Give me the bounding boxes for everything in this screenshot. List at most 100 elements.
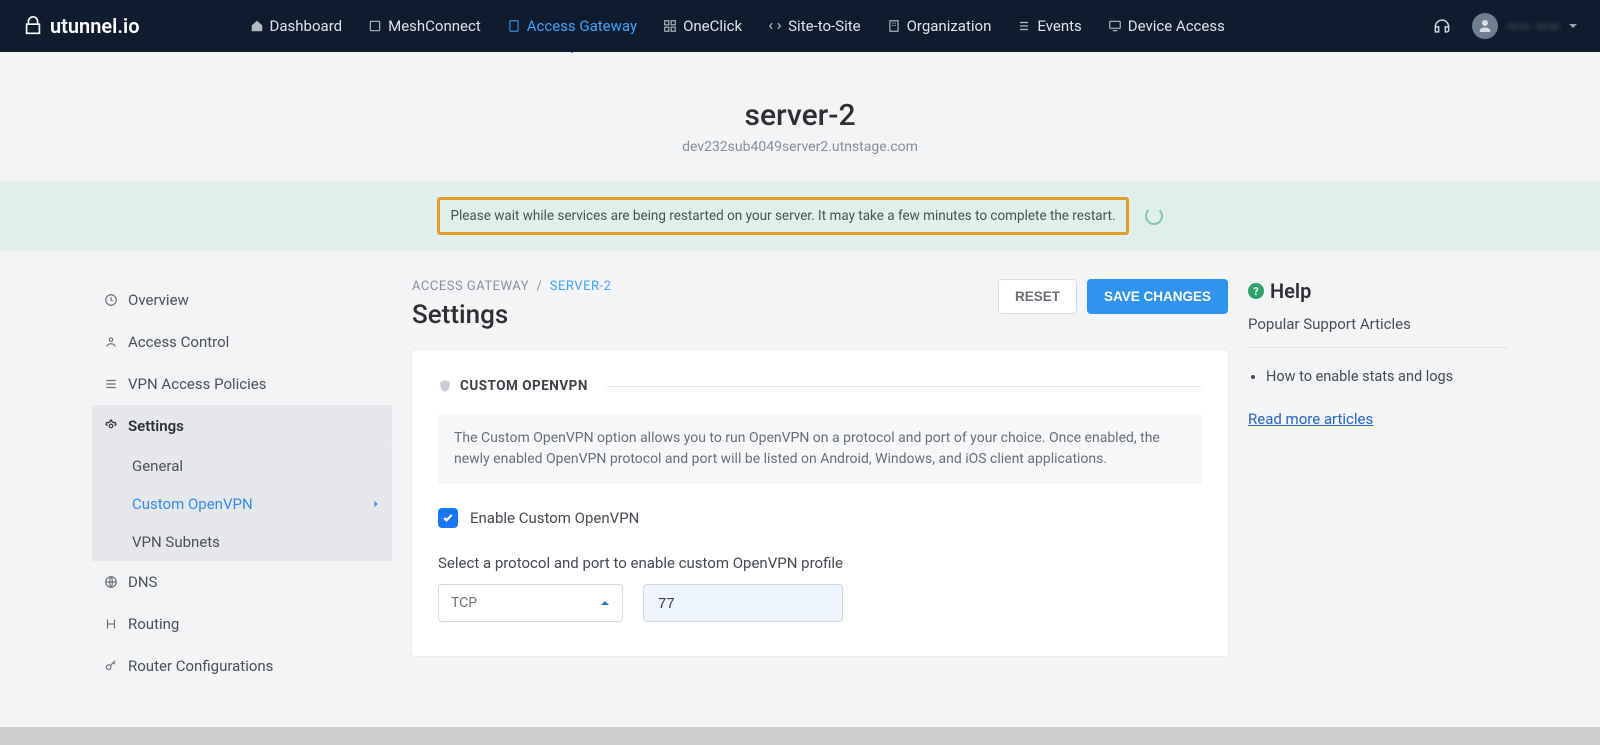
user-name: —— —— <box>1506 17 1560 36</box>
restart-alert-message: Please wait while services are being res… <box>437 197 1128 235</box>
sidebar-item-dns[interactable]: DNS <box>92 561 392 603</box>
sidebar-sub-label: General <box>132 457 183 475</box>
sidebar-item-routing[interactable]: Routing <box>92 603 392 645</box>
shield-icon <box>438 378 452 394</box>
sidebar-item-access-control[interactable]: Access Control <box>92 321 392 363</box>
protocol-value: TCP <box>451 595 477 611</box>
help-articles-list: How to enable stats and logs <box>1248 366 1508 388</box>
checkbox-label: Enable Custom OpenVPN <box>470 509 639 527</box>
reset-button[interactable]: RESET <box>998 279 1077 314</box>
enable-custom-openvpn-checkbox[interactable] <box>438 508 458 528</box>
user-icon <box>104 335 118 349</box>
sidebar-label: VPN Access Policies <box>128 375 267 393</box>
nav-items: Dashboard MeshConnect Access Gateway One… <box>250 0 1225 52</box>
card-description: The Custom OpenVPN option allows you to … <box>438 414 1202 484</box>
sidebar-sub-label: Custom OpenVPN <box>132 495 253 513</box>
help-title: Help <box>1270 279 1311 303</box>
server-icon <box>507 19 521 33</box>
globe-icon <box>104 575 118 589</box>
key-icon <box>104 659 118 673</box>
nav-organization[interactable]: Organization <box>887 0 992 52</box>
restart-alert-bar: Please wait while services are being res… <box>0 181 1600 251</box>
support-headset-icon[interactable] <box>1432 16 1452 36</box>
building-icon <box>887 19 901 33</box>
check-icon <box>442 512 454 524</box>
protocol-select[interactable]: TCP <box>438 584 623 622</box>
page-header: server-2 dev232sub4049server2.utnstage.c… <box>0 52 1600 155</box>
routing-icon <box>104 617 118 631</box>
nav-events[interactable]: Events <box>1017 0 1081 52</box>
avatar <box>1472 13 1498 39</box>
help-article-link[interactable]: How to enable stats and logs <box>1266 366 1508 388</box>
nav-device-access[interactable]: Device Access <box>1108 0 1225 52</box>
top-nav: utunnel.io Dashboard MeshConnect Access … <box>0 0 1600 52</box>
brand-logo[interactable]: utunnel.io <box>22 14 140 38</box>
sidebar-sub-custom-openvpn[interactable]: Custom OpenVPN <box>92 485 392 523</box>
nav-meshconnect[interactable]: MeshConnect <box>368 0 481 52</box>
sidebar-sub-vpn-subnets[interactable]: VPN Subnets <box>92 523 392 561</box>
caret-up-icon <box>600 598 610 608</box>
help-title-row: ? Help <box>1248 279 1508 303</box>
breadcrumb-root[interactable]: ACCESS GATEWAY <box>412 279 529 294</box>
mesh-icon <box>368 19 382 33</box>
brand-lock-icon <box>22 15 44 37</box>
help-panel: ? Help Popular Support Articles How to e… <box>1248 279 1508 687</box>
main-grid: Overview Access Control VPN Access Polic… <box>0 251 1600 687</box>
server-title: server-2 <box>0 98 1600 133</box>
nav-access-gateway-label: Access Gateway <box>527 17 637 35</box>
card-title: CUSTOM OPENVPN <box>460 378 588 394</box>
sidebar-label: Access Control <box>128 333 229 351</box>
protocol-port-label: Select a protocol and port to enable cus… <box>438 554 1202 572</box>
arrows-icon <box>768 19 782 33</box>
save-changes-button[interactable]: SAVE CHANGES <box>1087 279 1228 314</box>
action-buttons: RESET SAVE CHANGES <box>998 279 1228 314</box>
sidebar-settings-submenu: General Custom OpenVPN VPN Subnets <box>92 447 392 561</box>
nav-dashboard[interactable]: Dashboard <box>250 0 343 52</box>
nav-site-to-site-label: Site-to-Site <box>788 17 860 35</box>
nav-access-gateway[interactable]: Access Gateway <box>507 0 637 52</box>
server-host: dev232sub4049server2.utnstage.com <box>0 139 1600 155</box>
nav-oneclick-label: OneClick <box>683 17 742 35</box>
user-icon <box>1476 17 1494 35</box>
clock-icon <box>104 293 118 307</box>
nav-oneclick[interactable]: OneClick <box>663 0 742 52</box>
breadcrumb-current[interactable]: SERVER-2 <box>550 279 612 294</box>
horizontal-scrollbar[interactable] <box>0 727 1600 745</box>
nav-events-label: Events <box>1037 17 1081 35</box>
brand-name: utunnel.io <box>50 14 140 38</box>
nav-organization-label: Organization <box>907 17 992 35</box>
help-question-icon: ? <box>1248 283 1264 299</box>
sidebar-label: Routing <box>128 615 179 633</box>
sidebar-item-router-configs[interactable]: Router Configurations <box>92 645 392 687</box>
center-column: ACCESS GATEWAY / SERVER-2 Settings RESET… <box>412 279 1228 687</box>
nav-dashboard-label: Dashboard <box>270 17 343 35</box>
help-subtitle: Popular Support Articles <box>1248 315 1508 348</box>
nav-meshconnect-label: MeshConnect <box>388 17 481 35</box>
sidebar-label: DNS <box>128 573 157 591</box>
home-icon <box>250 19 264 33</box>
sidebar-item-overview[interactable]: Overview <box>92 279 392 321</box>
sidebar-label: Settings <box>128 417 184 435</box>
chevron-right-icon <box>372 500 380 508</box>
loading-spinner-icon <box>1145 207 1163 225</box>
divider <box>606 386 1202 387</box>
monitor-icon <box>1108 19 1122 33</box>
nav-device-access-label: Device Access <box>1128 17 1225 35</box>
nav-site-to-site[interactable]: Site-to-Site <box>768 0 860 52</box>
gear-icon <box>104 419 118 433</box>
sidebar-sub-general[interactable]: General <box>92 447 392 485</box>
list-icon <box>1017 19 1031 33</box>
custom-openvpn-card: CUSTOM OPENVPN The Custom OpenVPN option… <box>412 350 1228 656</box>
sidebar-item-vpn-policies[interactable]: VPN Access Policies <box>92 363 392 405</box>
user-menu[interactable]: —— —— <box>1472 13 1578 39</box>
caret-down-icon <box>1568 21 1578 31</box>
sidebar-label: Router Configurations <box>128 657 273 675</box>
sidebar: Overview Access Control VPN Access Polic… <box>92 279 392 687</box>
port-input[interactable] <box>643 584 843 622</box>
breadcrumb: ACCESS GATEWAY / SERVER-2 <box>412 279 611 294</box>
sidebar-item-settings[interactable]: Settings <box>92 405 392 447</box>
read-more-articles-link[interactable]: Read more articles <box>1248 410 1373 428</box>
list-icon <box>104 377 118 391</box>
grid-icon <box>663 19 677 33</box>
page-title: Settings <box>412 300 611 330</box>
